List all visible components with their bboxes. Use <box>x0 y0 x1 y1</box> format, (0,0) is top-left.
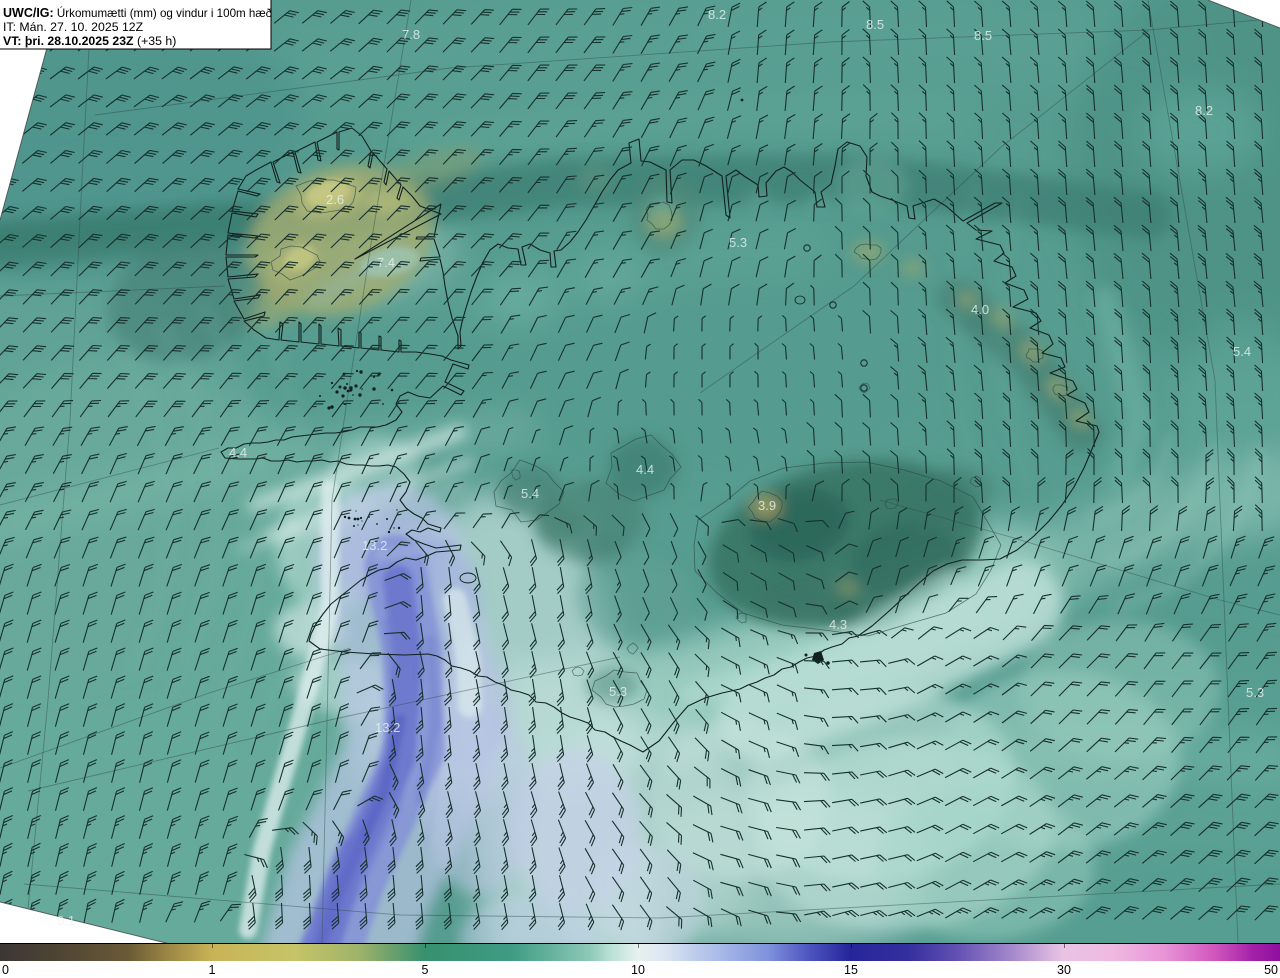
svg-text:8.5: 8.5 <box>974 28 992 43</box>
svg-text:5.3: 5.3 <box>729 235 747 250</box>
svg-text:IT: Mán. 27. 10. 2025 12Z: IT: Mán. 27. 10. 2025 12Z <box>3 20 144 34</box>
svg-text:VT: þri. 28.10.2025 23Z (+35 h: VT: þri. 28.10.2025 23Z (+35 h) <box>3 34 176 48</box>
svg-text:7.4: 7.4 <box>377 255 395 270</box>
svg-text:0: 0 <box>2 963 9 977</box>
svg-text:2.6: 2.6 <box>326 192 344 207</box>
svg-text:4.0: 4.0 <box>971 302 989 317</box>
svg-text:3.9: 3.9 <box>758 498 776 513</box>
svg-text:15: 15 <box>844 963 858 977</box>
svg-text:9.1: 9.1 <box>57 913 75 928</box>
svg-text:UWC/IG: Úrkomumætti (mm) og vi: UWC/IG: Úrkomumætti (mm) og vindur i 100… <box>3 6 273 20</box>
svg-text:4.4: 4.4 <box>229 445 247 460</box>
svg-text:50: 50 <box>1264 963 1278 977</box>
svg-text:5.3: 5.3 <box>1246 685 1264 700</box>
svg-text:8.5: 8.5 <box>866 17 884 32</box>
svg-text:10: 10 <box>631 963 645 977</box>
svg-text:7.8: 7.8 <box>402 27 420 42</box>
svg-text:8.2: 8.2 <box>1195 103 1213 118</box>
svg-text:1: 1 <box>209 963 216 977</box>
svg-text:5.4: 5.4 <box>1233 344 1251 359</box>
svg-text:5: 5 <box>422 963 429 977</box>
svg-text:5.3: 5.3 <box>609 684 627 699</box>
svg-text:8.2: 8.2 <box>708 7 726 22</box>
svg-text:13.2: 13.2 <box>362 538 387 553</box>
svg-text:4.3: 4.3 <box>829 617 847 632</box>
svg-text:5.4: 5.4 <box>521 486 539 501</box>
svg-text:30: 30 <box>1057 963 1071 977</box>
svg-text:13.2: 13.2 <box>375 720 400 735</box>
svg-text:4.4: 4.4 <box>636 462 654 477</box>
